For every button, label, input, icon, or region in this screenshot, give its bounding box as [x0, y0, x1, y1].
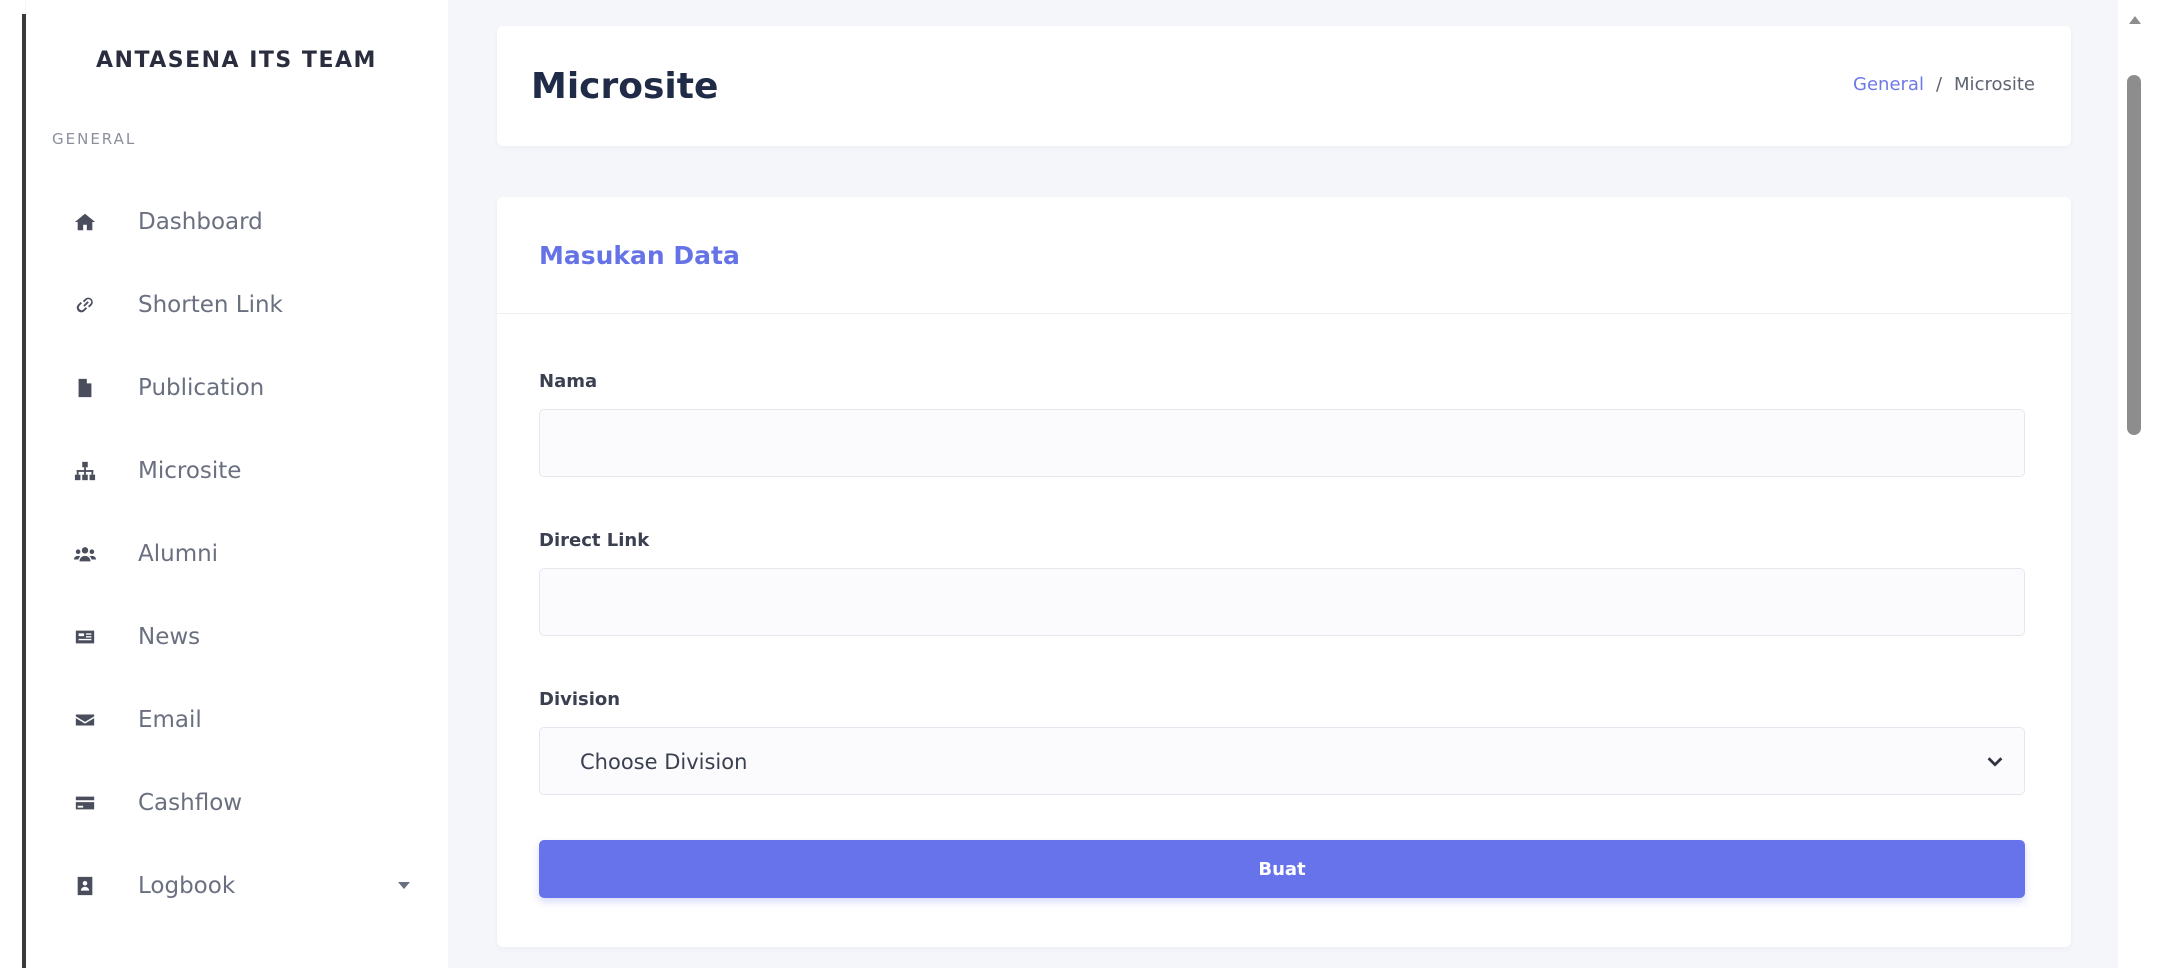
sidebar-item-dashboard[interactable]: Dashboard	[26, 180, 448, 263]
sidebar-nav: Dashboard Shorten Link Publication Micro…	[26, 180, 448, 927]
window-edge	[0, 0, 26, 968]
page-scrollbar[interactable]	[2118, 0, 2163, 968]
link-icon	[72, 292, 98, 318]
credit-card-icon	[72, 790, 98, 816]
sidebar-item-shorten-link[interactable]: Shorten Link	[26, 263, 448, 346]
newspaper-icon	[72, 624, 98, 650]
nama-input[interactable]	[539, 409, 2025, 477]
sidebar-item-label: Logbook	[138, 872, 236, 899]
file-icon	[72, 375, 98, 401]
sidebar-item-label: Email	[138, 706, 202, 733]
scrollbar-thumb[interactable]	[2127, 75, 2141, 435]
home-icon	[72, 209, 98, 235]
scroll-up-arrow-icon[interactable]	[2129, 16, 2141, 24]
breadcrumb: General / Microsite	[1853, 74, 2035, 95]
brand-logo-text: ANTASENA ITS TEAM	[96, 48, 377, 73]
division-select-value: Choose Division	[580, 750, 748, 774]
sitemap-icon	[72, 458, 98, 484]
sidebar-item-alumni[interactable]: Alumni	[26, 512, 448, 595]
chevron-down-icon[interactable]	[398, 882, 410, 889]
sidebar-section-general: GENERAL	[52, 130, 137, 148]
sidebar-item-email[interactable]: Email	[26, 678, 448, 761]
sidebar-item-cashflow[interactable]: Cashflow	[26, 761, 448, 844]
division-select[interactable]: Choose Division	[539, 727, 2025, 795]
page-header: Microsite General / Microsite	[497, 26, 2071, 146]
sidebar-item-label: Cashflow	[138, 789, 243, 816]
breadcrumb-separator: /	[1935, 74, 1943, 95]
buat-button[interactable]: Buat	[539, 840, 2025, 898]
sidebar-item-microsite[interactable]: Microsite	[26, 429, 448, 512]
sidebar-item-label: Shorten Link	[138, 291, 283, 318]
nama-label: Nama	[539, 371, 598, 392]
envelope-icon	[72, 707, 98, 733]
sidebar-item-logbook[interactable]: Logbook	[26, 844, 448, 927]
sidebar-item-label: Microsite	[138, 457, 242, 484]
sidebar-item-publication[interactable]: Publication	[26, 346, 448, 429]
page-title: Microsite	[531, 66, 719, 107]
address-book-icon	[72, 873, 98, 899]
chevron-down-icon	[1984, 750, 2006, 772]
form-title: Masukan Data	[539, 241, 740, 270]
direct-link-input[interactable]	[539, 568, 2025, 636]
sidebar-item-label: News	[138, 623, 201, 650]
sidebar-item-label: Dashboard	[138, 208, 263, 235]
sidebar-item-label: Publication	[138, 374, 265, 401]
app-screen: ANTASENA ITS TEAM GENERAL Dashboard Shor…	[0, 0, 2163, 968]
direct-link-label: Direct Link	[539, 530, 650, 551]
breadcrumb-current: Microsite	[1954, 74, 2035, 95]
sidebar-item-news[interactable]: News	[26, 595, 448, 678]
sidebar: ANTASENA ITS TEAM GENERAL Dashboard Shor…	[26, 0, 448, 968]
form-card-header: Masukan Data	[497, 197, 2071, 314]
users-icon	[72, 541, 98, 567]
sidebar-item-label: Alumni	[138, 540, 219, 567]
microsite-form-card: Masukan Data Nama Direct Link Division C…	[497, 197, 2071, 947]
division-label: Division	[539, 689, 621, 710]
breadcrumb-link-general[interactable]: General	[1853, 74, 1924, 95]
